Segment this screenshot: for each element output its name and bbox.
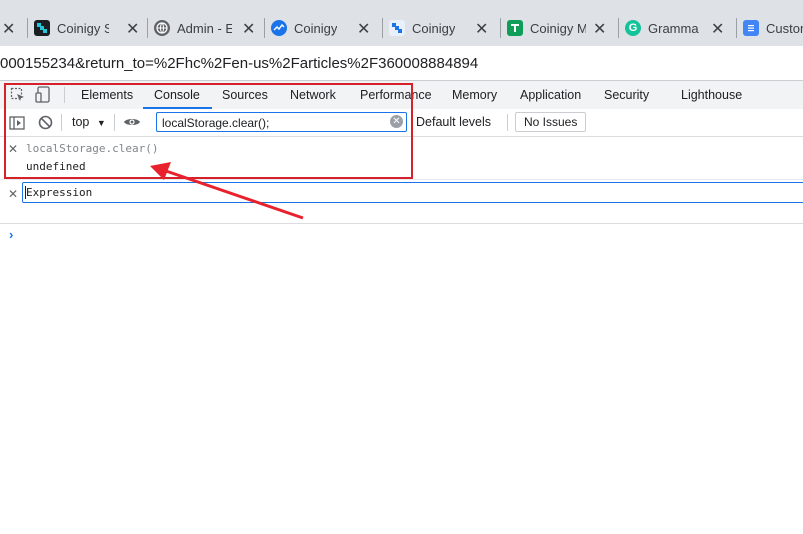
sheets-icon <box>507 20 523 36</box>
close-icon[interactable]: ✕ <box>8 142 18 156</box>
browser-tab[interactable]: Coinigy S ✕ <box>27 10 139 46</box>
close-icon[interactable]: ✕ <box>242 19 255 39</box>
browser-tab-title: Coinigy <box>294 20 338 36</box>
globe-icon <box>154 20 170 36</box>
browser-tab[interactable]: G Gramma ✕ <box>618 10 729 46</box>
browser-tab-title: Coinigy <box>412 20 456 36</box>
browser-tab-title: Gramma <box>648 20 699 36</box>
address-url[interactable]: 000155234&return_to=%2Fhc%2Fen-us%2Farti… <box>0 55 478 72</box>
docs-icon <box>743 20 759 36</box>
context-label: top <box>72 115 90 129</box>
console-entry: ✕ localStorage.clear() undefined <box>0 137 803 180</box>
filter-input-value: localStorage.clear(); <box>162 116 270 130</box>
console-prompt-icon[interactable]: › <box>9 227 13 242</box>
live-expression-eye-icon[interactable] <box>123 116 141 131</box>
coinigy-icon <box>389 20 405 36</box>
address-bar[interactable]: 000155234&return_to=%2Fhc%2Fen-us%2Farti… <box>0 46 803 80</box>
close-icon[interactable]: ✕ <box>357 19 370 39</box>
close-icon[interactable]: ✕ <box>2 19 15 39</box>
tab-sources[interactable]: Sources <box>222 88 268 102</box>
browser-tab[interactable]: Admin - E ✕ <box>147 10 258 46</box>
browser-tab-title: Coinigy M <box>530 20 586 36</box>
issues-button[interactable]: No Issues <box>515 112 587 132</box>
browser-tab[interactable]: Coinigy ✕ <box>382 10 493 46</box>
tab-security[interactable]: Security <box>604 88 649 102</box>
browser-tab[interactable]: Coinigy ✕ <box>264 10 379 46</box>
tab-console[interactable]: Console <box>154 88 200 102</box>
toolbar-divider <box>114 114 115 131</box>
close-icon[interactable]: ✕ <box>711 19 724 39</box>
browser-tab[interactable]: Coinigy M ✕ <box>500 10 611 46</box>
issues-label: No Issues <box>524 115 578 129</box>
tab-performance[interactable]: Performance <box>360 88 432 102</box>
tab-elements[interactable]: Elements <box>81 88 133 102</box>
filter-input[interactable]: localStorage.clear(); ✕ <box>156 112 407 132</box>
tab-application[interactable]: Application <box>520 88 581 102</box>
live-expression-row: ✕ Expression <box>0 180 803 224</box>
console-command: localStorage.clear() <box>26 142 159 155</box>
coinigy-icon <box>34 20 50 36</box>
browser-tab[interactable]: Custom <box>736 10 803 46</box>
close-icon[interactable]: ✕ <box>475 19 488 39</box>
toolbar-divider <box>61 114 62 131</box>
tab-memory[interactable]: Memory <box>452 88 497 102</box>
context-selector[interactable]: top ▼ <box>72 115 106 129</box>
browser-tab-title: Coinigy S <box>57 20 109 36</box>
devtools-tab-bar: Elements Console Sources Network Perform… <box>0 80 803 110</box>
tab-network[interactable]: Network <box>290 88 336 102</box>
toolbar-divider <box>507 114 508 131</box>
clear-filter-icon[interactable]: ✕ <box>390 115 403 128</box>
browser-tab-title: Admin - E <box>177 20 232 36</box>
coinigy-chart-icon <box>271 20 287 36</box>
log-levels-dropdown[interactable]: Default levels <box>416 115 491 129</box>
inspect-element-icon[interactable] <box>10 87 26 106</box>
grammarly-icon: G <box>625 20 641 36</box>
browser-tab-strip: ✕ Coinigy S ✕ Admin - E ✕ Coinigy ✕ Coin… <box>0 0 803 46</box>
close-icon[interactable]: ✕ <box>8 187 18 201</box>
console-toolbar: top ▼ localStorage.clear(); ✕ Default le… <box>0 109 803 137</box>
tab-lighthouse[interactable]: Lighthouse <box>681 88 742 102</box>
browser-tab-title: Custom <box>766 20 803 36</box>
expression-input[interactable]: Expression <box>22 182 803 203</box>
chevron-down-icon: ▼ <box>96 118 106 128</box>
console-result: undefined <box>26 160 86 173</box>
clear-console-icon[interactable] <box>38 115 53 133</box>
show-sidebar-icon[interactable] <box>9 115 25 134</box>
close-icon[interactable]: ✕ <box>593 19 606 39</box>
device-toolbar-icon[interactable] <box>35 86 51 107</box>
expression-placeholder: Expression <box>26 186 93 199</box>
close-icon[interactable]: ✕ <box>126 19 139 39</box>
toolbar-divider <box>64 87 65 103</box>
